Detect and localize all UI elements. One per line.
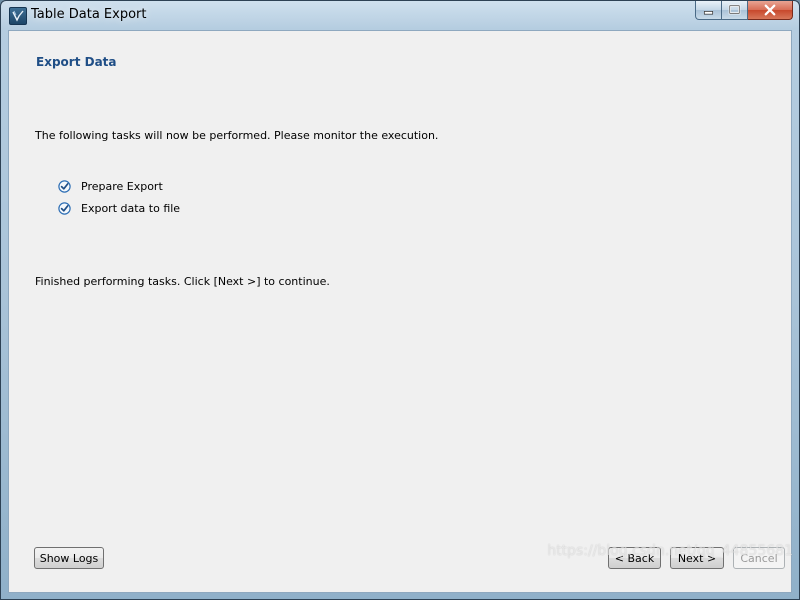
maximize-button[interactable] bbox=[722, 1, 748, 20]
window-title: Table Data Export bbox=[31, 7, 147, 22]
minimize-icon bbox=[703, 11, 714, 15]
close-icon bbox=[764, 4, 776, 16]
task-item: Prepare Export bbox=[58, 178, 163, 194]
task-label: Export data to file bbox=[81, 201, 181, 215]
show-logs-button[interactable]: Show Logs bbox=[34, 547, 104, 569]
close-button[interactable] bbox=[748, 1, 793, 20]
maximize-icon bbox=[728, 4, 741, 15]
dialog-content: Export Data The following tasks will now… bbox=[8, 30, 792, 593]
check-circle-icon bbox=[58, 201, 71, 215]
dialog-window: Table Data Export Export Data The follow… bbox=[0, 0, 800, 600]
status-text: Finished performing tasks. Click [Next >… bbox=[35, 275, 330, 288]
window-controls bbox=[695, 1, 793, 21]
task-item: Export data to file bbox=[58, 200, 180, 216]
title-bar[interactable]: Table Data Export bbox=[1, 1, 799, 29]
task-label: Prepare Export bbox=[81, 179, 163, 193]
watermark-text: https://blog.csdn.net/qq_44855681 bbox=[547, 543, 793, 559]
mysql-workbench-icon bbox=[9, 7, 27, 25]
check-circle-icon bbox=[58, 179, 71, 193]
page-heading: Export Data bbox=[36, 55, 117, 69]
intro-text: The following tasks will now be performe… bbox=[35, 129, 439, 142]
minimize-button[interactable] bbox=[695, 1, 722, 20]
